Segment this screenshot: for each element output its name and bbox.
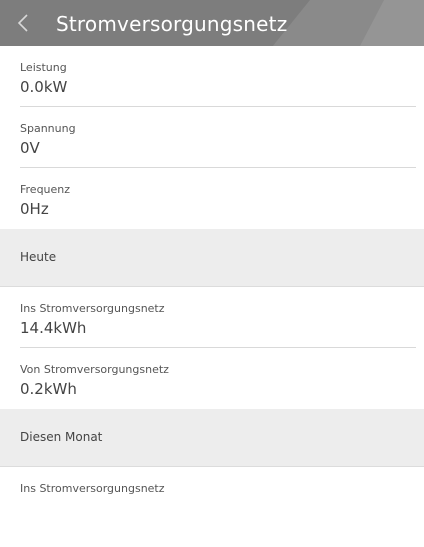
list-item-today-export: Ins Stromversorgungsnetz 14.4kWh — [0, 287, 424, 348]
item-value: 0V — [20, 139, 40, 157]
content-list: Leistung 0.0kW Spannung 0V Frequenz 0Hz … — [0, 46, 424, 547]
item-value: 0.0kW — [20, 78, 68, 96]
page-title: Stromversorgungsnetz — [56, 12, 288, 36]
list-item-spannung: Spannung 0V — [0, 107, 424, 168]
list-item-frequenz: Frequenz 0Hz — [0, 168, 424, 229]
header-accent — [360, 0, 424, 46]
item-label: Frequenz — [20, 183, 71, 196]
app-header: Stromversorgungsnetz — [0, 0, 424, 46]
item-label: Ins Stromversorgungsnetz — [20, 302, 165, 315]
item-value: 14.4kWh — [20, 319, 87, 337]
item-value: 0.2kWh — [20, 380, 77, 398]
section-title: Diesen Monat — [20, 430, 103, 444]
list-item-month-export: Ins Stromversorgungsnetz — [0, 467, 424, 547]
list-item-today-import: Von Stromversorgungsnetz 0.2kWh — [0, 348, 424, 409]
back-button[interactable] — [8, 8, 38, 38]
section-header-month: Diesen Monat — [0, 409, 424, 467]
item-value: 0Hz — [20, 200, 49, 218]
item-label: Ins Stromversorgungsnetz — [20, 482, 165, 495]
list-item-leistung: Leistung 0.0kW — [0, 46, 424, 107]
item-label: Spannung — [20, 122, 76, 135]
item-label: Leistung — [20, 61, 67, 74]
item-label: Von Stromversorgungsnetz — [20, 363, 169, 376]
section-title: Heute — [20, 250, 57, 264]
section-header-today: Heute — [0, 229, 424, 287]
chevron-left-icon — [17, 13, 29, 33]
